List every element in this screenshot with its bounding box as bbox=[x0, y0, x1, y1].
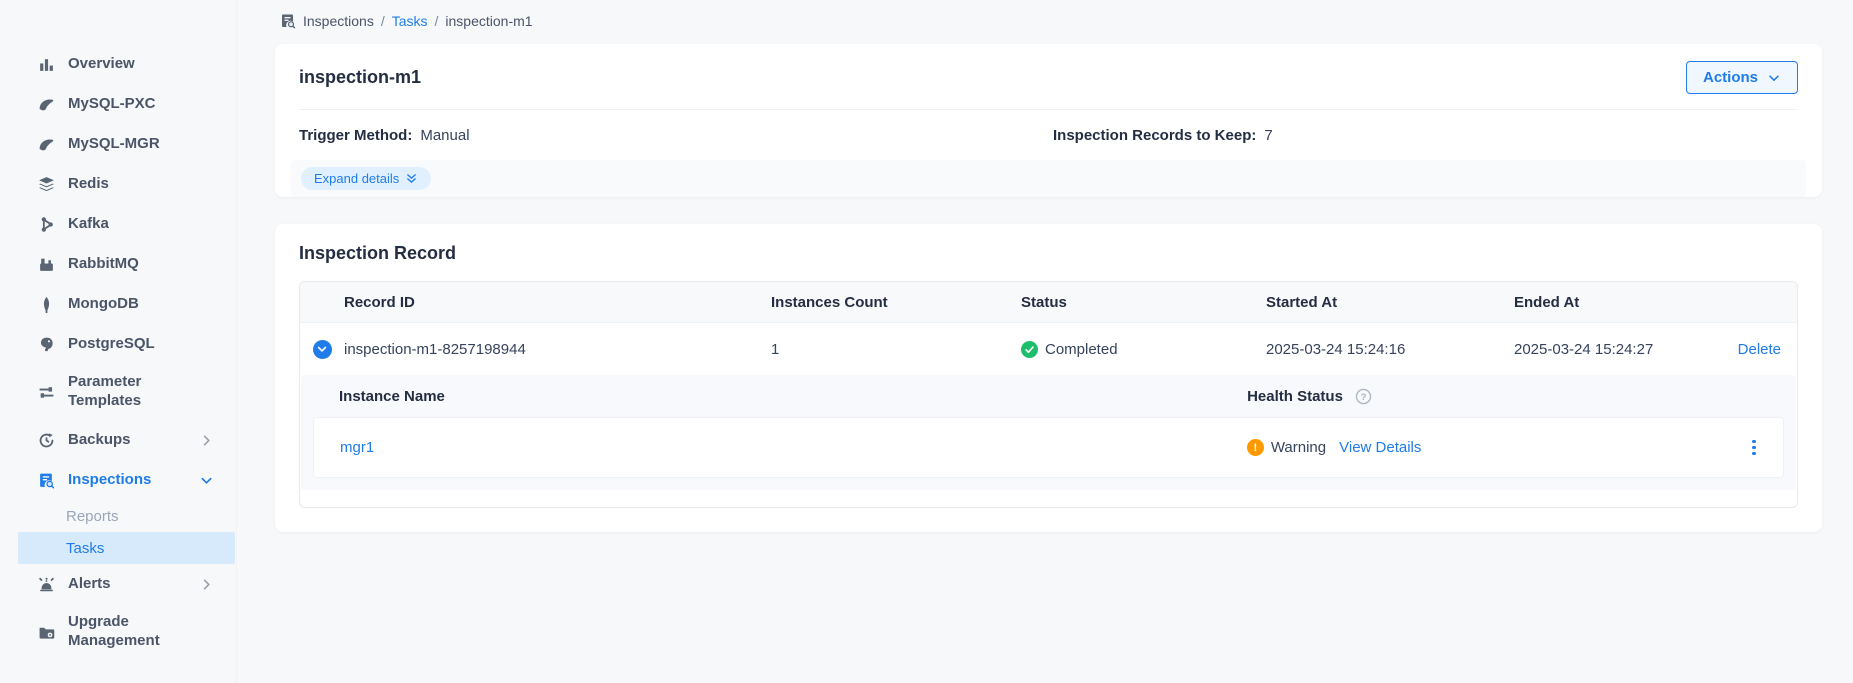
rabbitmq-icon bbox=[38, 256, 55, 273]
warning-icon: ! bbox=[1247, 439, 1264, 456]
sidebar: Overview MySQL-PXC MySQL-MGR Redis Kafka… bbox=[0, 0, 237, 683]
layers-icon bbox=[38, 176, 55, 193]
leaf-icon bbox=[38, 296, 55, 313]
col-health-status: Health Status ? bbox=[1247, 388, 1726, 405]
col-instance-name: Instance Name bbox=[313, 388, 1247, 405]
bar-chart-icon bbox=[38, 56, 55, 73]
elephant-icon bbox=[38, 336, 55, 353]
expand-details-button[interactable]: Expand details bbox=[301, 167, 431, 190]
instances-panel: Instance Name Health Status ? mgr1 ! bbox=[301, 375, 1796, 490]
sidebar-item-postgresql[interactable]: PostgreSQL bbox=[0, 324, 236, 364]
sidebar-item-inspections[interactable]: Inspections bbox=[0, 460, 236, 500]
inspection-icon bbox=[38, 472, 55, 489]
col-record-id: Record ID bbox=[344, 294, 771, 311]
page-title: inspection-m1 bbox=[299, 67, 421, 88]
sliders-icon bbox=[38, 384, 55, 401]
started-at-cell: 2025-03-24 15:24:16 bbox=[1266, 341, 1514, 358]
alarm-icon bbox=[38, 576, 55, 593]
sidebar-item-redis[interactable]: Redis bbox=[0, 164, 236, 204]
sidebar-item-backups[interactable]: Backups bbox=[0, 420, 236, 460]
sidebar-item-reports[interactable]: Reports bbox=[0, 500, 236, 532]
help-icon[interactable]: ? bbox=[1355, 388, 1372, 405]
breadcrumb-inspections[interactable]: Inspections bbox=[303, 13, 374, 29]
col-status: Status bbox=[1021, 294, 1266, 311]
actions-button[interactable]: Actions bbox=[1686, 61, 1798, 94]
inspection-breadcrumb-icon bbox=[280, 13, 296, 29]
sidebar-item-upgrade-management[interactable]: Upgrade Management bbox=[0, 604, 236, 660]
instances-table-header: Instance Name Health Status ? bbox=[313, 375, 1784, 417]
details-collapse-area: Expand details bbox=[291, 160, 1806, 197]
sidebar-item-kafka[interactable]: Kafka bbox=[0, 204, 236, 244]
record-row: inspection-m1-8257198944 1 Completed 202… bbox=[300, 323, 1797, 375]
mysql-dolphin-icon bbox=[38, 96, 55, 113]
collapse-row-toggle[interactable] bbox=[313, 340, 332, 359]
sidebar-item-mysql-pxc[interactable]: MySQL-PXC bbox=[0, 84, 236, 124]
kafka-icon bbox=[38, 216, 55, 233]
instance-name-link[interactable]: mgr1 bbox=[340, 439, 374, 456]
status-cell: Completed bbox=[1021, 341, 1266, 358]
svg-text:?: ? bbox=[1361, 391, 1367, 402]
view-details-link[interactable]: View Details bbox=[1339, 439, 1421, 456]
breadcrumb: Inspections / Tasks / inspection-m1 bbox=[275, 13, 1822, 29]
sidebar-item-tasks[interactable]: Tasks bbox=[18, 532, 235, 564]
task-detail-card: inspection-m1 Actions Trigger Method: Ma… bbox=[275, 44, 1822, 197]
col-started-at: Started At bbox=[1266, 294, 1514, 311]
completed-check-icon bbox=[1021, 341, 1038, 358]
chevron-down-icon bbox=[1767, 71, 1781, 85]
instances-count-cell: 1 bbox=[771, 341, 1021, 358]
sidebar-item-mongodb[interactable]: MongoDB bbox=[0, 284, 236, 324]
breadcrumb-tasks-link[interactable]: Tasks bbox=[392, 13, 428, 29]
backup-restore-icon bbox=[38, 432, 55, 449]
mysql-dolphin-icon bbox=[38, 136, 55, 153]
chevron-right-icon bbox=[199, 433, 214, 448]
chevron-down-icon bbox=[199, 473, 214, 488]
records-table-header: Record ID Instances Count Status Started… bbox=[300, 282, 1797, 323]
inspection-record-card: Inspection Record Record ID Instances Co… bbox=[275, 224, 1822, 532]
sidebar-item-overview[interactable]: Overview bbox=[0, 44, 236, 84]
ended-at-cell: 2025-03-24 15:24:27 bbox=[1514, 341, 1705, 358]
record-id-cell: inspection-m1-8257198944 bbox=[344, 341, 771, 358]
kebab-menu-icon[interactable] bbox=[1748, 436, 1760, 460]
records-table: Record ID Instances Count Status Started… bbox=[299, 281, 1798, 508]
folder-gear-icon bbox=[38, 624, 55, 641]
sidebar-item-alerts[interactable]: Alerts bbox=[0, 564, 236, 604]
sidebar-item-rabbitmq[interactable]: RabbitMQ bbox=[0, 244, 236, 284]
section-title: Inspection Record bbox=[299, 243, 1798, 264]
double-chevron-down-icon bbox=[405, 172, 418, 185]
trigger-method-field: Trigger Method: Manual bbox=[299, 127, 1053, 144]
records-to-keep-field: Inspection Records to Keep: 7 bbox=[1053, 127, 1273, 144]
breadcrumb-current: inspection-m1 bbox=[445, 13, 532, 29]
sidebar-item-parameter-templates[interactable]: Parameter Templates bbox=[0, 364, 236, 420]
delete-record-link[interactable]: Delete bbox=[1738, 341, 1781, 358]
health-status-cell: ! Warning View Details bbox=[1247, 439, 1725, 456]
col-ended-at: Ended At bbox=[1514, 294, 1705, 311]
col-instances-count: Instances Count bbox=[771, 294, 1021, 311]
instance-row: mgr1 ! Warning View Details bbox=[313, 417, 1784, 478]
chevron-right-icon bbox=[199, 577, 214, 592]
sidebar-item-mysql-mgr[interactable]: MySQL-MGR bbox=[0, 124, 236, 164]
main-content: Inspections / Tasks / inspection-m1 insp… bbox=[237, 0, 1853, 532]
